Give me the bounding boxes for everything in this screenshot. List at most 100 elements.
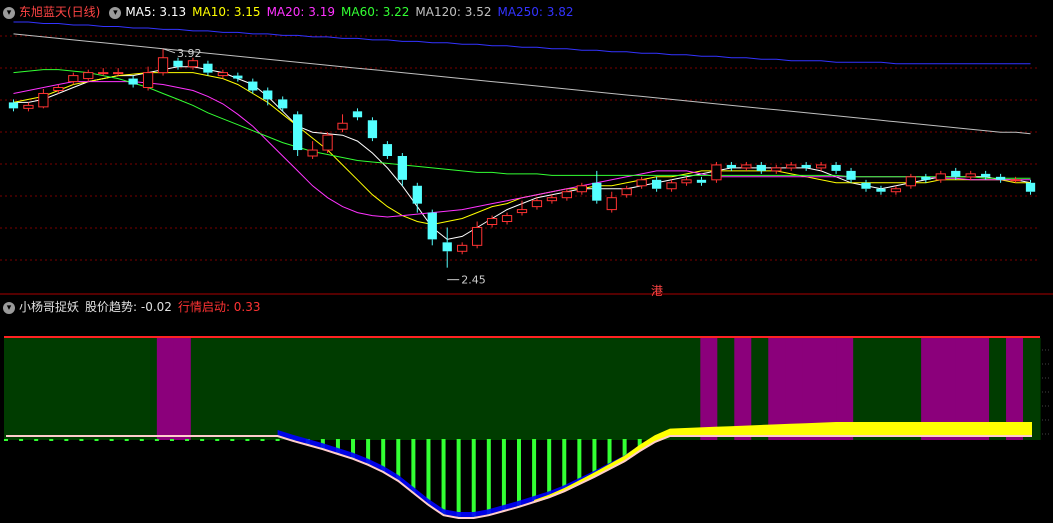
- signal-band: [173, 338, 192, 440]
- ma-line-ma20: [13, 81, 1031, 218]
- signal-band: [105, 338, 124, 440]
- histogram-bar: [49, 439, 54, 441]
- histogram-bar: [547, 439, 552, 498]
- candle-body: [53, 87, 64, 91]
- candle-body: [666, 182, 677, 190]
- candle-body: [576, 185, 587, 193]
- histogram-bar: [19, 439, 24, 441]
- histogram-bar: [64, 439, 69, 441]
- candle-body: [471, 226, 483, 246]
- candle-body: [1025, 182, 1036, 192]
- candle-body: [921, 176, 931, 180]
- min-price-label: 2.45: [461, 274, 486, 287]
- signal-band: [666, 338, 684, 440]
- signal-band: [598, 338, 617, 440]
- signal-band: [122, 338, 141, 440]
- histogram-bar: [230, 439, 235, 441]
- histogram-bar: [501, 439, 506, 511]
- candle-body: [427, 212, 437, 240]
- candle-body: [771, 167, 782, 172]
- candle-body: [68, 75, 79, 83]
- candle-body: [981, 173, 991, 177]
- histogram-bar: [245, 439, 250, 441]
- signal-band: [309, 338, 328, 440]
- histogram-bar: [577, 439, 582, 484]
- signal-band: [445, 338, 464, 440]
- histogram-bar: [79, 439, 84, 441]
- candle-body: [876, 188, 886, 192]
- candle-body: [412, 185, 422, 204]
- hk-marker: 港: [651, 284, 663, 298]
- signal-band: [360, 338, 379, 440]
- signal-band: [377, 338, 396, 440]
- candle-body: [367, 120, 378, 139]
- candle-body: [457, 244, 468, 252]
- signal-band: [241, 338, 260, 440]
- signal-band: [54, 338, 73, 440]
- histogram-bar: [426, 439, 431, 505]
- candle-body: [815, 164, 827, 169]
- histogram-bar: [532, 439, 537, 502]
- candle-body: [322, 134, 333, 151]
- signal-band: [258, 338, 277, 440]
- candle-body: [621, 188, 632, 196]
- ma-line-ma120: [13, 33, 1031, 135]
- signal-band: [292, 338, 311, 440]
- histogram-bar: [471, 439, 476, 518]
- histogram-bar: [456, 439, 461, 518]
- signal-band: [564, 338, 583, 440]
- candle-body: [307, 149, 318, 157]
- histogram-bar: [562, 439, 567, 492]
- candle-body: [142, 72, 154, 89]
- histogram-bar: [109, 439, 114, 441]
- histogram-bar: [260, 439, 265, 441]
- candle-body: [636, 179, 647, 187]
- histogram-bar: [486, 439, 491, 516]
- histogram-bar: [124, 439, 129, 441]
- candle-body: [217, 72, 229, 77]
- candle-body: [905, 176, 917, 187]
- candle-body: [756, 164, 766, 171]
- candle-body: [187, 60, 199, 68]
- candle-body: [546, 197, 558, 202]
- candle-body: [726, 164, 737, 168]
- signal-band: [649, 338, 667, 440]
- histogram-bar: [94, 439, 99, 441]
- candle-body: [831, 164, 841, 171]
- signal-band: [700, 338, 718, 440]
- candle-body: [173, 60, 183, 67]
- candle-body: [337, 122, 348, 130]
- signal-band: [462, 338, 481, 440]
- candle-body: [8, 102, 19, 109]
- signal-band: [394, 338, 413, 440]
- candle-body: [382, 144, 393, 156]
- histogram-bar: [275, 439, 280, 441]
- chart-canvas[interactable]: 3.92 2.45 港: [0, 0, 1053, 523]
- candle-body: [293, 114, 303, 151]
- histogram-bar: [215, 439, 220, 441]
- candle-body: [995, 176, 1006, 180]
- candle-body: [278, 99, 288, 109]
- candle-body: [486, 218, 498, 225]
- signal-band: [734, 338, 752, 440]
- signal-band: [326, 338, 345, 440]
- max-price-label: 3.92: [177, 47, 202, 60]
- candle-body: [890, 188, 902, 193]
- candle-body: [1010, 179, 1021, 182]
- candle-body: [951, 170, 961, 177]
- signal-band: [71, 338, 90, 440]
- signal-band: [751, 338, 769, 440]
- candle-body: [846, 170, 856, 180]
- signal-band: [513, 338, 532, 440]
- histogram-bar: [169, 439, 174, 441]
- candle-body: [681, 179, 692, 184]
- signal-band: [428, 338, 447, 440]
- ma-line-ma60: [13, 69, 1031, 179]
- signal-band: [530, 338, 549, 440]
- candle-body: [741, 164, 752, 169]
- candle-body: [711, 164, 722, 181]
- candle-body: [606, 197, 617, 211]
- signal-band: [4, 338, 22, 440]
- signal-band: [156, 338, 175, 440]
- candle-body: [935, 173, 946, 181]
